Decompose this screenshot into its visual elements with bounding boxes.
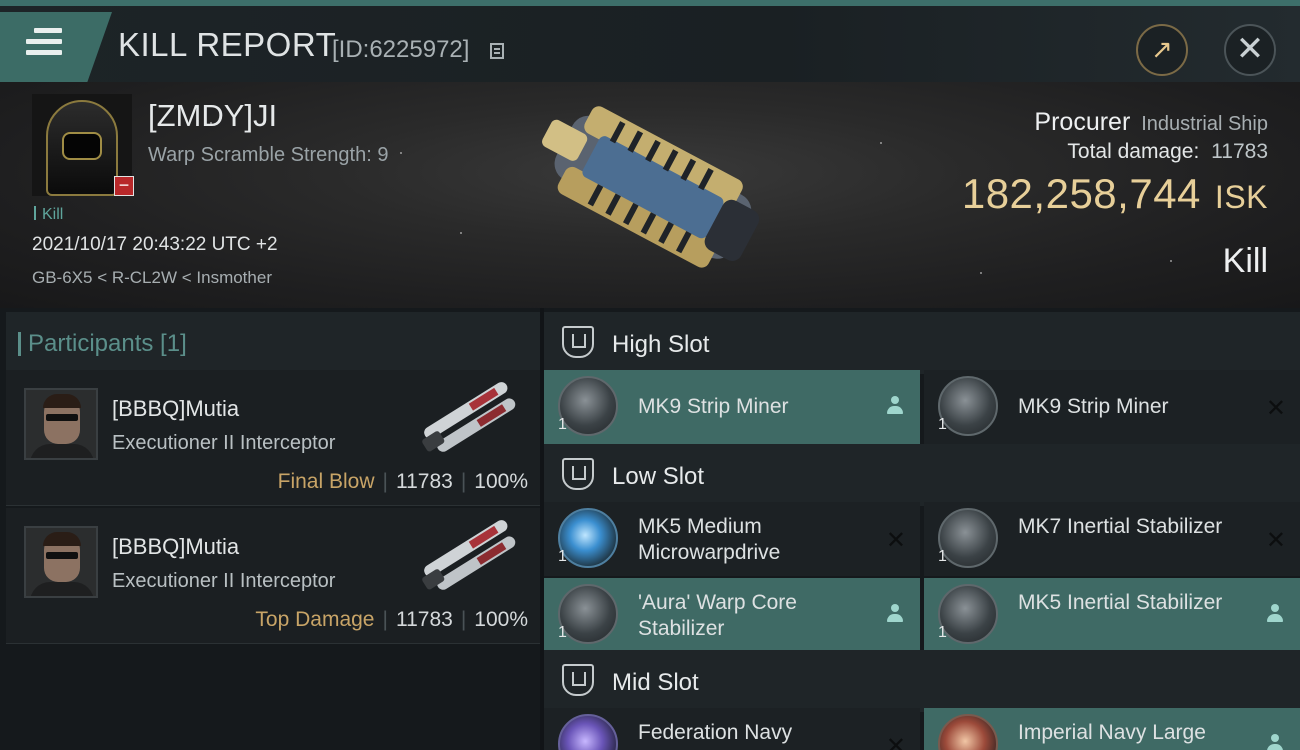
minus-badge-icon: −: [114, 176, 134, 196]
participants-panel: Participants [1] [BBBQ]Mutia Executioner…: [0, 308, 540, 750]
fitting-panel: High Slot 1 MK9 Strip Miner 1 MK9 Strip …: [544, 308, 1300, 750]
module-name: 'Aura' Warp Core Stabilizer: [638, 591, 797, 640]
participant-ship: Executioner II Interceptor: [112, 570, 336, 592]
close-icon: ✕: [1235, 30, 1265, 68]
module-item[interactable]: 1 MK5 Medium Microwarpdrive ✕: [544, 502, 920, 576]
low-slot-header: Low Slot: [544, 444, 1300, 506]
participant-stats: Final Blow | 11783 | 100%: [277, 470, 528, 493]
victim-name[interactable]: [ZMDY]JI: [148, 98, 277, 134]
participants-header[interactable]: Participants [1]: [6, 312, 540, 374]
report-id: [ID:6225972]: [332, 36, 470, 63]
module-quantity: 1: [558, 548, 567, 565]
module-quantity: 1: [558, 416, 567, 433]
strip-miner-icon: [558, 376, 618, 436]
victim-ship-class: Industrial Ship: [1141, 113, 1268, 135]
person-icon: [886, 396, 904, 416]
header-bar: KILL REPORT [ID:6225972] ↗ ✕: [0, 6, 1300, 82]
share-button[interactable]: ↗: [1136, 24, 1188, 76]
x-icon: ✕: [885, 733, 906, 750]
inertial-stabilizer-icon: [938, 584, 998, 644]
participant-stats: Top Damage | 11783 | 100%: [255, 608, 528, 631]
participants-title: Participants [1]: [18, 330, 187, 357]
close-button[interactable]: ✕: [1224, 24, 1276, 76]
person-icon: [886, 604, 904, 624]
module-quantity: 1: [938, 416, 947, 433]
module-name: MK5 Inertial Stabilizer: [1018, 591, 1223, 614]
victim-summary: − [ZMDY]JI Warp Scramble Strength: 9 Kil…: [0, 82, 1300, 308]
participant-name[interactable]: [BBBQ]Mutia: [112, 396, 239, 422]
module-name: MK7 Inertial Stabilizer: [1018, 515, 1223, 538]
module-quantity: 1: [558, 624, 567, 641]
module-item[interactable]: 1 Imperial Navy Large: [924, 708, 1300, 750]
copy-icon[interactable]: [490, 43, 504, 59]
participant-row[interactable]: [BBBQ]Mutia Executioner II Interceptor F…: [6, 370, 540, 506]
module-name: MK5 Medium Microwarpdrive: [638, 515, 781, 564]
module-quantity: 1: [938, 624, 947, 641]
module-item[interactable]: 1 MK9 Strip Miner: [544, 370, 920, 444]
slot-shield-icon: [562, 458, 594, 490]
page-title: KILL REPORT: [118, 26, 337, 63]
victim-ship: Procurer Industrial Ship: [1034, 108, 1268, 137]
kill-location: GB-6X5 < R-CL2W < Insmother: [32, 268, 272, 287]
warp-core-stabilizer-icon: [558, 584, 618, 644]
module-item[interactable]: 1 MK7 Inertial Stabilizer ✕: [924, 502, 1300, 576]
victim-ship-image: [542, 106, 760, 268]
slot-shield-icon: [562, 326, 594, 358]
isk-value: 182,258,744 ISK: [962, 170, 1268, 218]
high-slot-label: High Slot: [612, 331, 710, 358]
module-name: Federation Navy: [638, 721, 793, 744]
federation-navy-module-icon: [558, 714, 618, 750]
share-icon: ↗: [1151, 34, 1173, 64]
isk-unit: ISK: [1214, 179, 1268, 215]
menu-button[interactable]: [0, 12, 112, 82]
imperial-navy-module-icon: [938, 714, 998, 750]
participant-ship-image: [422, 382, 516, 452]
victim-ship-name[interactable]: Procurer: [1034, 108, 1130, 136]
high-slot-header: High Slot: [544, 312, 1300, 374]
module-name: MK9 Strip Miner: [1018, 395, 1169, 418]
kill-tag: Kill: [34, 206, 63, 224]
module-name: Imperial Navy Large: [1018, 721, 1206, 744]
participant-name[interactable]: [BBBQ]Mutia: [112, 534, 239, 560]
person-icon: [1266, 604, 1284, 624]
participant-role: Final Blow: [277, 470, 375, 493]
participant-damage: 11783: [395, 470, 453, 493]
participant-percent: 100%: [474, 470, 528, 493]
participant-ship: Executioner II Interceptor: [112, 432, 336, 454]
module-item[interactable]: 1 Federation Navy ✕: [544, 708, 920, 750]
slot-shield-icon: [562, 664, 594, 696]
mid-slot-header: Mid Slot: [544, 650, 1300, 712]
participant-percent: 100%: [474, 608, 528, 631]
person-icon: [1266, 734, 1284, 750]
total-damage: Total damage: 11783: [1067, 140, 1268, 164]
kill-result: Kill: [1222, 242, 1268, 280]
module-item[interactable]: 1 MK9 Strip Miner ✕: [924, 370, 1300, 444]
warp-scramble-strength: Warp Scramble Strength: 9: [148, 144, 389, 166]
mid-slot-label: Mid Slot: [612, 669, 699, 696]
strip-miner-icon: [938, 376, 998, 436]
x-icon: ✕: [885, 527, 906, 554]
inertial-stabilizer-icon: [938, 508, 998, 568]
module-quantity: 1: [938, 548, 947, 565]
total-damage-label: Total damage:: [1067, 140, 1200, 163]
x-icon: ✕: [1265, 527, 1286, 554]
participant-portrait[interactable]: [24, 388, 98, 460]
hamburger-icon: [26, 28, 62, 58]
x-icon: ✕: [1265, 395, 1286, 422]
total-damage-value: 11783: [1211, 140, 1268, 163]
participant-role: Top Damage: [255, 608, 375, 631]
module-name: MK9 Strip Miner: [638, 395, 789, 418]
participant-ship-image: [422, 520, 516, 590]
kill-datetime: 2021/10/17 20:43:22 UTC +2: [32, 234, 278, 255]
microwarpdrive-icon: [558, 508, 618, 568]
module-item[interactable]: 1 'Aura' Warp Core Stabilizer: [544, 578, 920, 652]
participant-portrait[interactable]: [24, 526, 98, 598]
module-item[interactable]: 1 MK5 Inertial Stabilizer: [924, 578, 1300, 652]
isk-amount: 182,258,744: [961, 170, 1201, 217]
participant-row[interactable]: [BBBQ]Mutia Executioner II Interceptor T…: [6, 508, 540, 644]
participant-damage: 11783: [395, 608, 453, 631]
low-slot-label: Low Slot: [612, 463, 705, 490]
